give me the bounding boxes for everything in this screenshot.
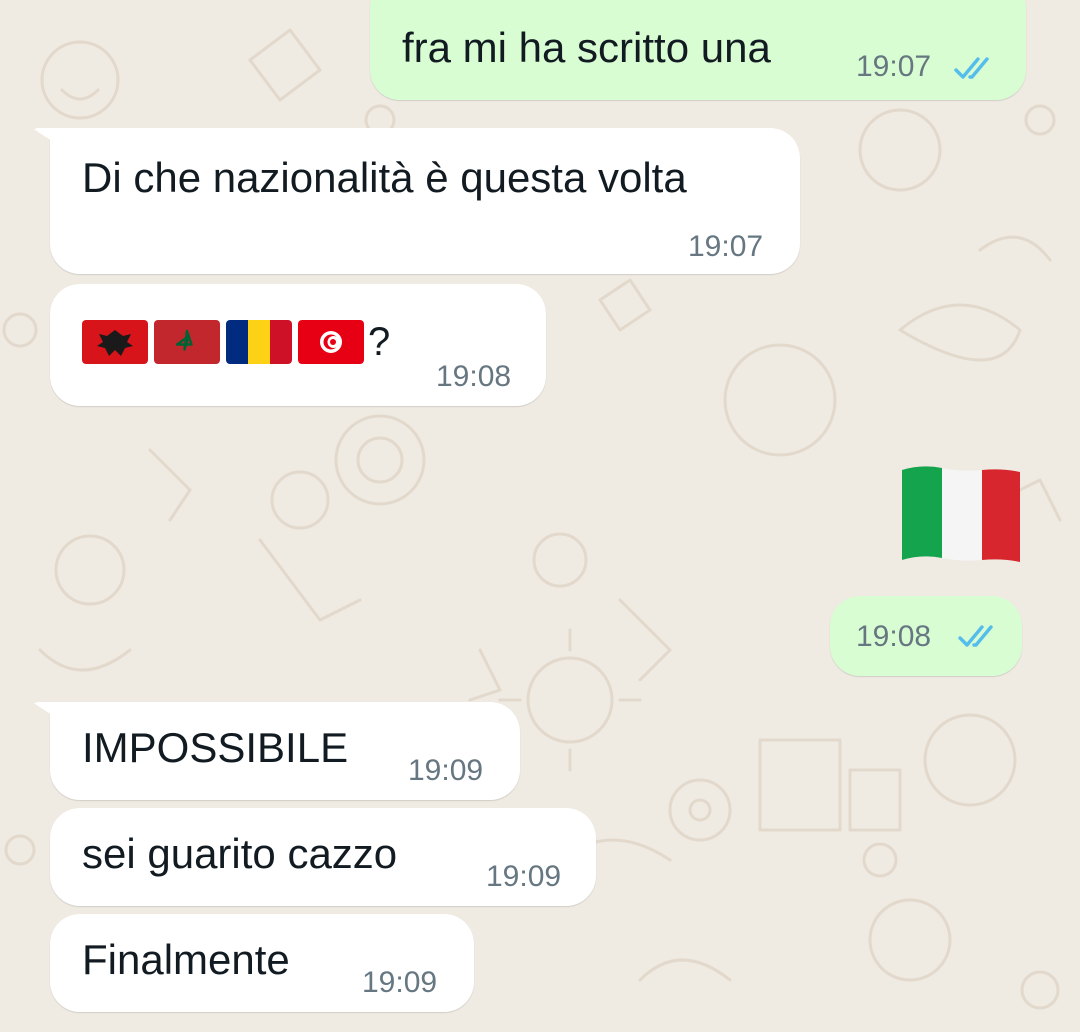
message-text: sei guarito cazzo [82,830,398,877]
message-time: 19:07 [688,230,764,263]
message-time: 19:07 [856,50,932,83]
message-time: 19:09 [408,754,484,787]
romania-flag-icon [226,320,292,364]
message-time: 19:09 [362,966,438,999]
tunisia-flag-icon [298,320,364,364]
message-incoming[interactable]: Finalmente 19:09 [50,914,474,1012]
message-time: 19:08 [436,360,512,393]
bubble-tail [32,702,72,728]
double-check-read-icon [954,57,989,79]
message-incoming[interactable]: ? 19:08 [50,284,546,406]
message-incoming[interactable]: Di che nazionalità è questa volta 19:07 [32,128,800,274]
message-text: ? [368,320,391,364]
message-outgoing[interactable]: 19:08 [830,596,1022,676]
morocco-flag-icon [154,320,220,364]
message-time: 19:09 [486,860,562,893]
message-text: Finalmente [82,936,290,983]
bubble-tail [32,128,72,154]
message-text: fra mi ha scritto una [402,24,771,71]
message-text: Di che nazionalità è questa volta [82,154,687,201]
italy-flag-icon[interactable] [896,462,1026,562]
double-check-read-icon [958,625,993,647]
chat-area[interactable]: fra mi ha scritto una 19:07 Di che nazio… [0,0,1080,1032]
message-incoming[interactable]: IMPOSSIBILE 19:09 [32,702,520,800]
message-time: 19:08 [856,620,932,653]
albania-flag-icon [82,320,148,364]
message-text: IMPOSSIBILE [82,724,349,771]
message-outgoing[interactable]: fra mi ha scritto una 19:07 [370,0,1026,100]
message-incoming[interactable]: sei guarito cazzo 19:09 [50,808,596,906]
